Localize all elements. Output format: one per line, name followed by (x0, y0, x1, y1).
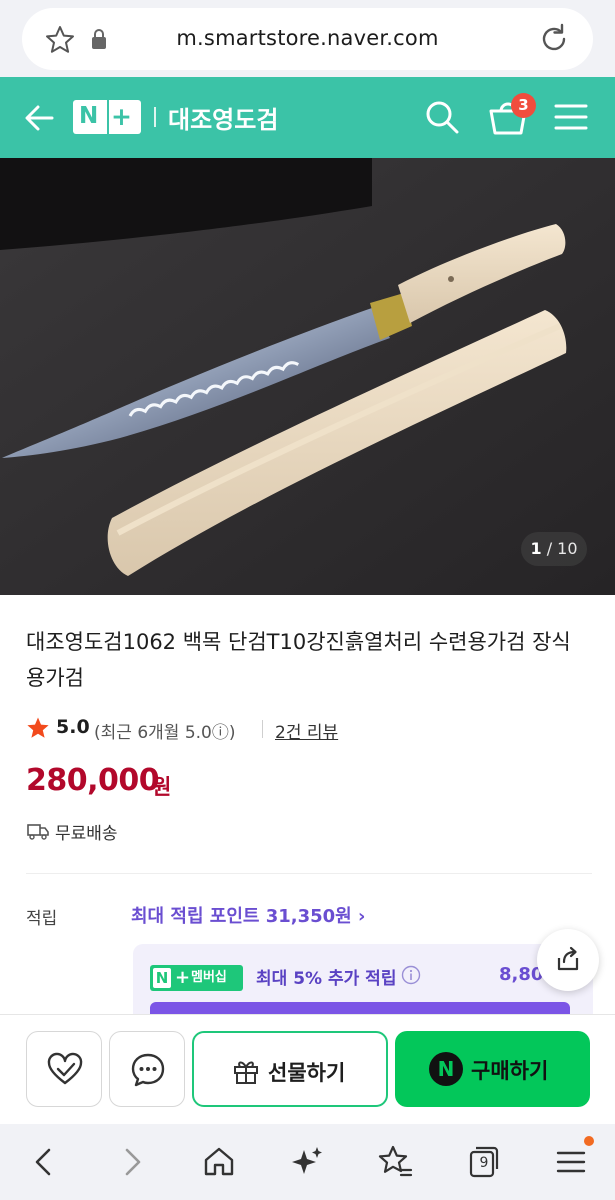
logo-plus: + (111, 102, 132, 131)
talk-chat-button[interactable] (109, 1031, 185, 1107)
rating-separator (262, 720, 263, 738)
section-divider (26, 873, 592, 874)
rating-score: 5.0 (56, 716, 90, 738)
chat-bubble-icon (131, 1053, 165, 1087)
max-points-link[interactable]: 최대 적립 포인트 31,350원 › (131, 902, 365, 928)
buy-button[interactable]: N 구매하기 (395, 1031, 590, 1107)
image-counter-total: / 10 (546, 539, 578, 558)
rating-recent[interactable]: (최근 6개월 5.0ⓘ) (94, 718, 235, 743)
share-icon (557, 946, 579, 971)
membership-points-box[interactable]: N + 멤버십 최대 5% 추가 적립 8,800 (133, 944, 593, 1024)
chevron-right-icon (125, 1148, 141, 1176)
nav-home-button[interactable] (199, 1142, 239, 1182)
gift-button-label: 선물하기 (268, 1061, 346, 1085)
tab-count: 9 (479, 1155, 489, 1171)
shipping-info: 무료배송 (55, 824, 118, 844)
membership-extra-points: 최대 5% 추가 적립 (256, 969, 397, 989)
share-button[interactable] (537, 929, 599, 991)
nav-bookmarks-button[interactable] (375, 1142, 415, 1182)
buy-button-label: 구매하기 (471, 1059, 549, 1083)
notification-dot (584, 1136, 594, 1146)
nav-menu-button[interactable] (551, 1142, 591, 1182)
info-icon[interactable] (401, 965, 421, 985)
image-counter-current: 1 (530, 539, 542, 558)
price-unit: 원 (152, 775, 172, 799)
back-arrow-icon[interactable] (24, 101, 54, 135)
gift-button[interactable]: 선물하기 (192, 1031, 388, 1107)
product-title: 대조영도검1062 백목 단검T10강진흙열처리 수련용가검 장식용가검 (26, 630, 571, 690)
logo-n: N (79, 103, 99, 129)
naver-plus-logo[interactable]: N + (73, 100, 141, 134)
naver-plus-membership-tag: N + 멤버십 (150, 965, 243, 991)
points-label: 적립 (26, 909, 58, 929)
membership-tag-n: N (153, 968, 171, 988)
product-price: 280,000 (26, 763, 160, 798)
heart-check-icon (47, 1052, 83, 1085)
membership-tag-label: 멤버십 (191, 970, 227, 985)
delivery-truck-icon (27, 824, 49, 840)
menu-lines-icon (556, 1151, 586, 1173)
tanto-sword-illustration (0, 158, 615, 595)
naverpay-n-icon: N (429, 1052, 463, 1086)
search-icon[interactable] (424, 99, 460, 135)
logo-divider (107, 100, 109, 134)
wishlist-button[interactable] (26, 1031, 102, 1107)
cart-count-badge: 3 (511, 93, 536, 118)
membership-tag-plus: + (175, 967, 191, 988)
rating-row: 5.0 (최근 6개월 5.0ⓘ) 2건 리뷰 (26, 716, 386, 743)
nav-back-button[interactable] (24, 1142, 64, 1182)
reload-icon[interactable] (538, 22, 570, 56)
chevron-left-icon (35, 1148, 51, 1176)
review-count-link[interactable]: 2건 리뷰 (275, 718, 338, 743)
bookmark-list-icon (378, 1145, 413, 1177)
gift-box-icon (234, 1061, 258, 1084)
home-icon (204, 1147, 234, 1176)
url-text[interactable]: m.smartstore.naver.com (0, 26, 615, 50)
sparkle-icon (292, 1147, 322, 1174)
product-image[interactable] (0, 158, 615, 595)
title-separator (154, 107, 156, 127)
store-name[interactable]: 대조영도검 (168, 100, 278, 135)
nav-forward-button[interactable] (112, 1142, 152, 1182)
hamburger-menu-icon[interactable] (554, 103, 588, 131)
rating-star-icon (27, 717, 49, 738)
image-counter: 1 / 10 (521, 532, 587, 566)
nav-ai-button[interactable] (287, 1142, 327, 1182)
